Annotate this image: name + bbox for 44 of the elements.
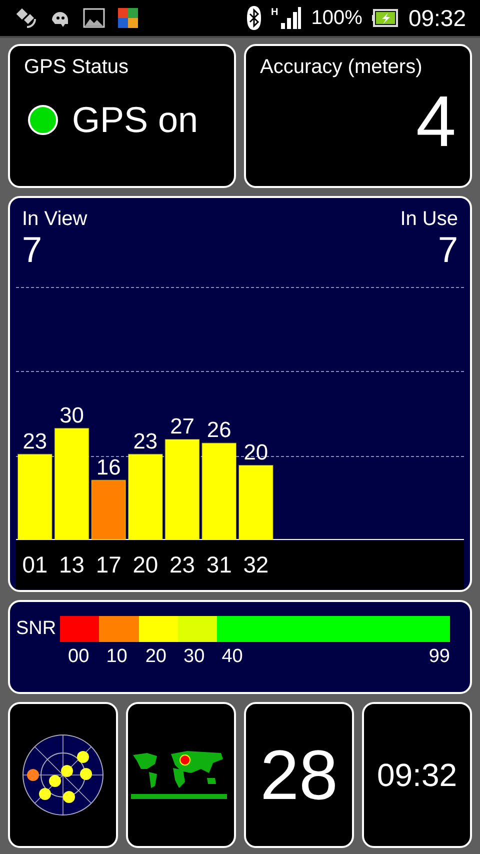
scale-label: 99 [428, 646, 450, 668]
scale-label: 40 [222, 646, 243, 667]
scale-label: 00 [68, 646, 90, 667]
axis-label: 13 [59, 551, 84, 578]
data-label: 20 [244, 439, 268, 464]
tile[interactable]: 28 [244, 702, 354, 848]
card-title: Accuracy (meters) [260, 56, 424, 79]
in-use-count: 7 [438, 231, 458, 269]
data-label: 16 [96, 454, 121, 480]
axis-label: 01 [22, 551, 48, 578]
accuracy-value: 4 [414, 81, 456, 163]
data-label: 23 [22, 428, 48, 454]
axis-label: 32 [243, 551, 269, 578]
axis-label: 23 [170, 551, 195, 578]
signal-icon [279, 7, 302, 29]
app-icon [116, 6, 140, 30]
axis-label: 31 [206, 551, 232, 578]
in-use-label: In Use [400, 208, 458, 231]
battery-icon [372, 9, 398, 27]
tile[interactable] [8, 702, 118, 848]
scale-label: 10 [106, 646, 128, 667]
card-title: GPS Status [24, 56, 130, 79]
image-icon [82, 6, 106, 30]
scale-label: 20 [145, 646, 166, 667]
clock-time: 09:32 [376, 756, 458, 794]
data-label: 30 [60, 402, 84, 428]
bluetooth-icon [247, 6, 262, 30]
axis-label: 20 [132, 551, 158, 578]
status-time: 09:32 [408, 4, 466, 32]
axis-label: 17 [96, 551, 122, 578]
tile[interactable]: 09:32 [362, 702, 472, 848]
scale-label: 30 [184, 646, 205, 667]
network-type: H [271, 7, 278, 18]
sat-count: 28 [260, 735, 338, 815]
battery-percent: 100% [311, 6, 362, 30]
tile[interactable] [126, 702, 236, 848]
data-label: 27 [170, 414, 194, 439]
snr-label: SNR [16, 618, 56, 640]
gps-status-text: GPS on [72, 99, 198, 141]
in-view-label: In View [22, 208, 88, 231]
satellite-icon [14, 6, 38, 30]
in-view-count: 7 [22, 231, 42, 269]
data-label: 26 [206, 417, 232, 442]
data-label: 23 [133, 428, 158, 454]
